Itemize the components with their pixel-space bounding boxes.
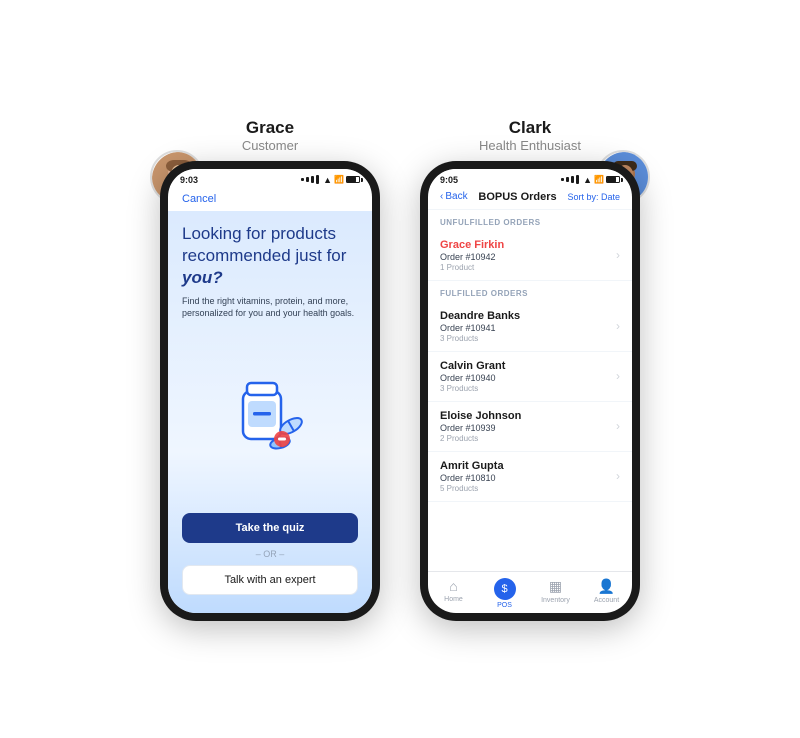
order-number-deandre: Order #10941 — [440, 323, 616, 333]
order-name-grace: Grace Firkin — [440, 239, 616, 251]
fulfilled-section-label: FULFILLED ORDERS — [428, 281, 632, 302]
unfulfilled-section-label: UNFULFILLED ORDERS — [428, 210, 632, 231]
clark-section: Clark Health Enthusiast 9:05 — [420, 118, 640, 621]
nav-home[interactable]: ⌂ Home — [428, 578, 479, 609]
grace-headline: Looking for products recommended just fo… — [182, 223, 358, 289]
order-number-amrit: Order #10810 — [440, 473, 616, 483]
clark-back-button[interactable]: ‹ Back — [440, 191, 468, 202]
grace-phone-screen: 9:03 ▲ 📶 Cancel — [168, 169, 372, 613]
order-item-eloise[interactable]: Eloise Johnson Order #10939 2 Products › — [428, 402, 632, 452]
account-icon: 👤 — [598, 578, 615, 595]
order-name-deandre: Deandre Banks — [440, 310, 616, 322]
page-container: Grace Customer 9:03 ▲ 📶 — [0, 0, 800, 738]
clark-back-label: Back — [445, 191, 467, 202]
grace-section: Grace Customer 9:03 ▲ 📶 — [160, 118, 380, 621]
grace-time: 9:03 — [180, 175, 198, 185]
grace-status-bar: 9:03 ▲ 📶 — [168, 169, 372, 187]
order-name-amrit: Amrit Gupta — [440, 460, 616, 472]
grace-hero-area: Looking for products recommended just fo… — [168, 211, 372, 613]
nav-pos-label: POS — [497, 602, 512, 609]
clark-header: ‹ Back BOPUS Orders Sort by: Date — [428, 187, 632, 210]
clark-signal: ▲ 📶 — [561, 175, 620, 185]
order-item-amrit[interactable]: Amrit Gupta Order #10810 5 Products › — [428, 452, 632, 502]
clark-screen-content: ‹ Back BOPUS Orders Sort by: Date UNFULF… — [428, 187, 632, 613]
nav-account[interactable]: 👤 Account — [581, 578, 632, 609]
order-item-deandre[interactable]: Deandre Banks Order #10941 3 Products › — [428, 302, 632, 352]
pos-icon-circle: $ — [494, 578, 516, 600]
clark-phone-screen: 9:05 ▲ 📶 ‹ — [428, 169, 632, 613]
grace-role: Customer — [242, 138, 298, 153]
order-item-grace[interactable]: Grace Firkin Order #10942 1 Product › — [428, 231, 632, 281]
order-products-amrit: 5 Products — [440, 484, 616, 493]
nav-inventory-label: Inventory — [541, 597, 570, 604]
grace-screen-content: Cancel Looking for products recommended … — [168, 187, 372, 613]
talk-expert-button[interactable]: Talk with an expert — [182, 565, 358, 595]
or-divider: – OR – — [182, 549, 358, 559]
order-chevron-calvin: › — [616, 369, 620, 383]
take-quiz-button[interactable]: Take the quiz — [182, 513, 358, 543]
clark-phone-frame: 9:05 ▲ 📶 ‹ — [420, 161, 640, 621]
order-products-calvin: 3 Products — [440, 384, 616, 393]
order-chevron-amrit: › — [616, 469, 620, 483]
order-name-calvin: Calvin Grant — [440, 360, 616, 372]
grace-headline-text: Looking for products recommended just fo… — [182, 224, 346, 265]
home-icon: ⌂ — [449, 578, 457, 594]
order-item-calvin[interactable]: Calvin Grant Order #10940 3 Products › — [428, 352, 632, 402]
clark-orders-list: UNFULFILLED ORDERS Grace Firkin Order #1… — [428, 210, 632, 571]
grace-headline-bold: you? — [182, 268, 223, 287]
clark-time: 9:05 — [440, 175, 458, 185]
clark-status-bar: 9:05 ▲ 📶 — [428, 169, 632, 187]
clark-role: Health Enthusiast — [479, 138, 581, 153]
order-products-eloise: 2 Products — [440, 434, 616, 443]
order-number-grace: Order #10942 — [440, 252, 616, 262]
nav-home-label: Home — [444, 596, 463, 603]
grace-cancel-link[interactable]: Cancel — [168, 187, 372, 211]
back-chevron-icon: ‹ — [440, 191, 443, 202]
order-chevron-grace: › — [616, 248, 620, 262]
clark-sort-button[interactable]: Sort by: Date — [567, 192, 620, 202]
grace-action-buttons: Take the quiz – OR – Talk with an expert — [182, 513, 358, 603]
clark-bottom-nav: ⌂ Home $ POS ▦ Inventory — [428, 571, 632, 613]
nav-pos[interactable]: $ POS — [479, 578, 530, 609]
order-chevron-deandre: › — [616, 319, 620, 333]
grace-illustration — [182, 330, 358, 503]
order-number-calvin: Order #10940 — [440, 373, 616, 383]
pos-icon: $ — [501, 583, 507, 595]
grace-name: Grace — [246, 118, 294, 138]
grace-phone-frame: 9:03 ▲ 📶 Cancel — [160, 161, 380, 621]
order-name-eloise: Eloise Johnson — [440, 410, 616, 422]
clark-name: Clark — [509, 118, 552, 138]
nav-account-label: Account — [594, 597, 619, 604]
inventory-icon: ▦ — [549, 578, 562, 595]
nav-inventory[interactable]: ▦ Inventory — [530, 578, 581, 609]
grace-signal: ▲ 📶 — [301, 175, 360, 185]
order-number-eloise: Order #10939 — [440, 423, 616, 433]
order-chevron-eloise: › — [616, 419, 620, 433]
order-products-deandre: 3 Products — [440, 334, 616, 343]
clark-page-title: BOPUS Orders — [478, 191, 556, 203]
order-products-grace: 1 Product — [440, 263, 616, 272]
grace-subtext: Find the right vitamins, protein, and mo… — [182, 295, 358, 320]
